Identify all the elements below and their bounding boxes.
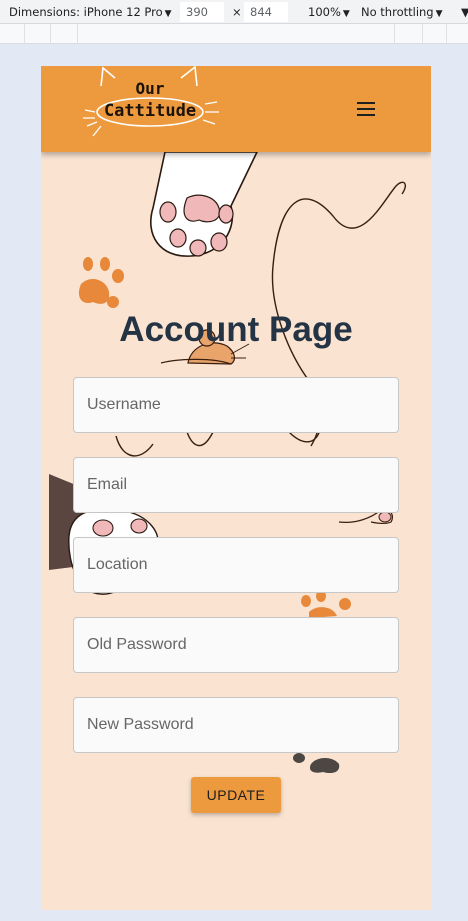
throttling-select[interactable]: No throttling ▼ [361,5,443,19]
ruler-tick [422,24,423,44]
cat-leg-outline [186,431,214,447]
dimension-separator: × [232,5,242,19]
update-button[interactable]: UPDATE [191,777,281,813]
zoom-select[interactable]: 100% ▼ [308,5,350,19]
ruler-tick [24,24,25,44]
ruler-tick [446,24,447,44]
chevron-down-icon: ▼ [435,9,443,19]
site-header: Our Cattitude [41,66,431,152]
cat-paw-icon [150,151,259,257]
ruler-tick [50,24,51,44]
logo-text-line1: Our [135,79,165,98]
site-logo[interactable]: Our Cattitude [79,66,221,144]
cat-body-outline [115,435,154,457]
paw-pad [378,511,392,523]
more-options-icon[interactable]: ▼ [461,5,468,19]
username-field[interactable] [73,377,399,433]
ruler-tick [394,24,395,44]
old-password-field[interactable] [73,617,399,673]
ruler-tick [77,24,78,44]
width-input[interactable]: 390 [180,2,224,22]
chevron-down-icon: ▼ [164,9,172,19]
throttling-label: No throttling [361,5,434,19]
height-input[interactable]: 844 [244,2,288,22]
media-query-ruler [0,24,468,44]
paw-print-icon [78,257,124,308]
chevron-down-icon: ▼ [342,9,350,19]
cat-tail-icon [272,181,406,267]
paw-print-icon [293,753,340,774]
location-field[interactable] [73,537,399,593]
device-dimensions-label: Dimensions: iPhone 12 Pro [9,5,163,19]
hamburger-menu-icon[interactable] [357,101,377,117]
device-dimensions-select[interactable]: Dimensions: iPhone 12 Pro ▼ [9,5,172,19]
new-password-field[interactable] [73,697,399,753]
logo-text-line2: Cattitude [103,101,197,121]
email-field[interactable] [73,457,399,513]
devtools-toolbar: Dimensions: iPhone 12 Pro ▼ 390 × 844 100… [0,0,468,24]
zoom-label: 100% [308,5,341,19]
device-viewport: Our Cattitude Account Page UPDATE [41,66,431,910]
page-title: Account Page [119,310,353,349]
paw-print-icon [301,590,351,618]
